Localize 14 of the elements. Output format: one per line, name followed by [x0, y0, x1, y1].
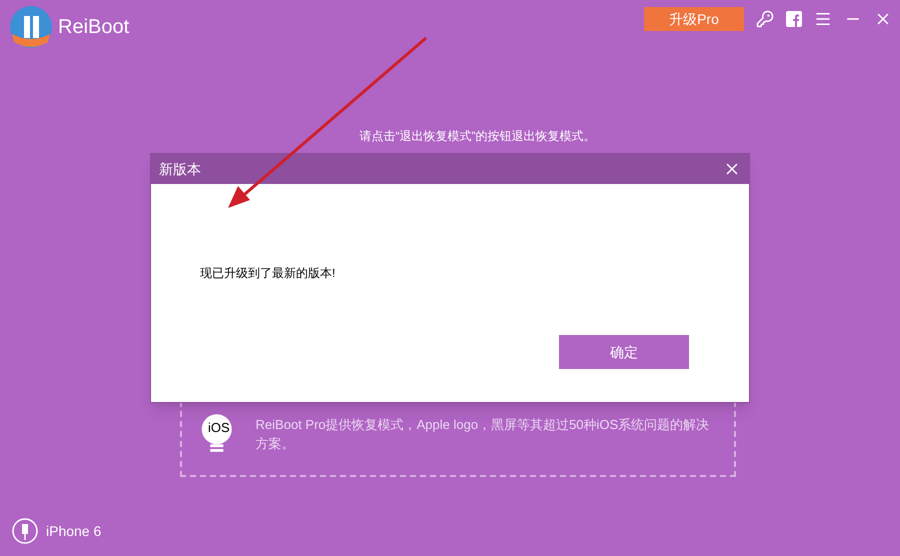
key-icon[interactable] — [756, 10, 774, 28]
dialog-message: 现已升级到了最新的版本! — [200, 265, 336, 281]
usb-cable-icon — [12, 518, 38, 544]
ios-label: iOS — [208, 419, 230, 437]
logo-icon — [8, 4, 54, 50]
device-name: iPhone 6 — [46, 522, 102, 541]
description-text: ReiBoot Pro提供恢复模式，Apple logo，黑屏等其超过50种iOS系统问题的解决方案。 — [256, 416, 710, 453]
menu-icon[interactable] — [814, 10, 832, 28]
logo-text: ReiBoot — [58, 15, 130, 40]
ok-button[interactable]: 确定 — [559, 335, 689, 369]
facebook-icon[interactable] — [786, 11, 802, 27]
hint-text: 请点击“退出恢复模式”的按钮退出恢复模式。 — [358, 128, 596, 144]
dialog-title: 新版本 — [159, 160, 201, 179]
upgrade-button[interactable]: 升级Pro — [644, 7, 744, 31]
